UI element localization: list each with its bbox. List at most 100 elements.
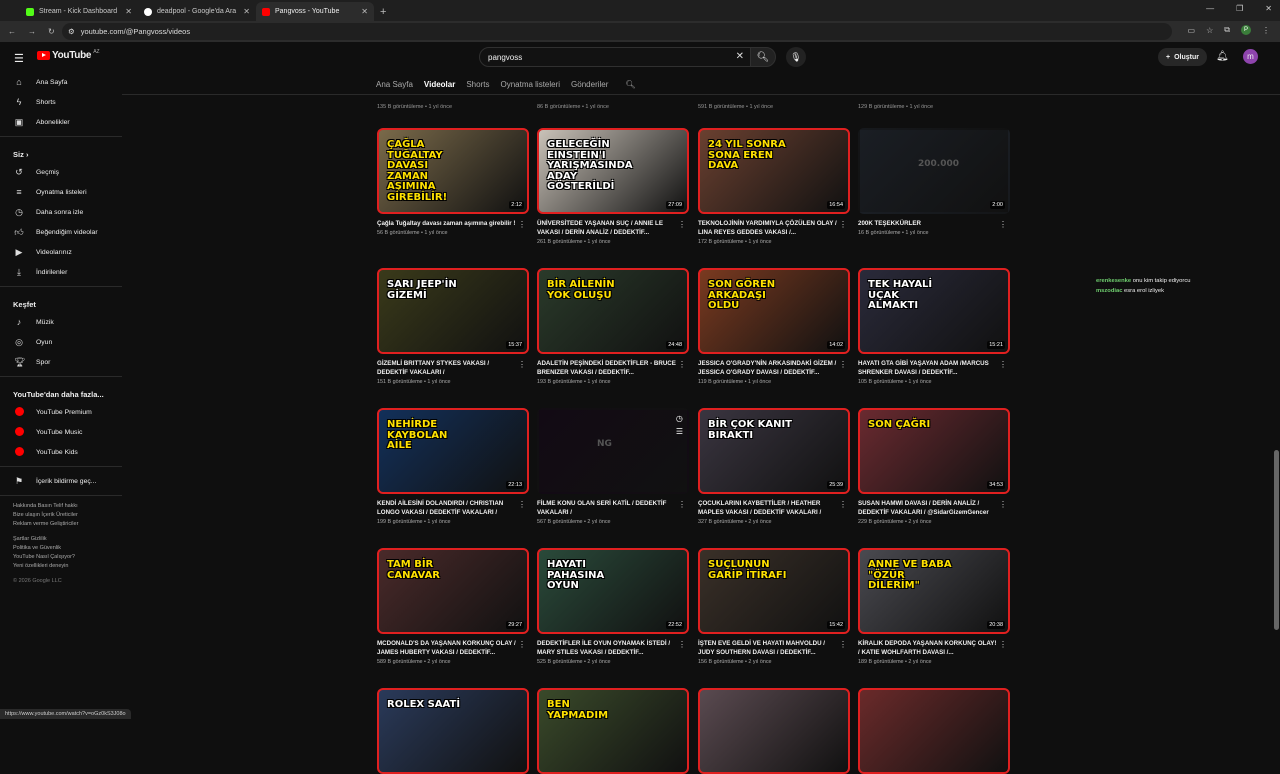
video-card[interactable]: BİR ÇOK KANIT BIRAKTI 25:39 ÇOCUKLARINI KA… <box>698 408 850 525</box>
sidebar-item-music[interactable]: ♪ Müzik <box>0 312 122 332</box>
footer-link-row[interactable]: Yeni özellikleri deneyin <box>13 562 109 571</box>
cast-icon[interactable]: ▭ <box>1188 26 1196 35</box>
video-thumbnail[interactable]: SUÇLUNUN GARİP İTİRAFI 15:42 <box>698 548 850 634</box>
back-icon[interactable]: ← <box>8 27 16 36</box>
video-card[interactable]: HAYATI PAHASINA OYUN 22:52 DEDEKTİFLER İLE… <box>537 548 689 665</box>
video-thumbnail[interactable]: SARI JEEP'İN GİZEMİ 15:37 <box>377 268 529 354</box>
video-card[interactable]: SUÇLUNUN GARİP İTİRAFI 15:42 İŞTEN EVE GEL… <box>698 548 850 665</box>
search-button[interactable]: 🔍︎ <box>750 47 776 67</box>
site-info-icon[interactable]: ⚙ <box>68 27 75 36</box>
video-card[interactable]: SARI JEEP'İN GİZEMİ 15:37 GİZEMLİ BRITTANY… <box>377 268 529 385</box>
video-title[interactable]: SUSAN HAMWI DAVASI / DERİN ANALİZ / DEDE… <box>858 499 998 517</box>
tab-videos[interactable]: Videolar <box>424 80 455 89</box>
video-title[interactable]: KENDİ AİLESİNİ DOLANDIRDI / CHRISTIAN LO… <box>377 499 517 517</box>
video-thumbnail[interactable]: NEHİRDE KAYBOLAN AİLE 22:13 <box>377 408 529 494</box>
video-thumbnail[interactable]: TAM BİR CANAVAR 29:27 <box>377 548 529 634</box>
profile-avatar[interactable]: P <box>1241 25 1251 35</box>
video-card[interactable]: ANNE VE BABA "ÖZÜR DİLERİM" 20:38 KİRALIK … <box>858 548 1010 665</box>
video-card[interactable]: TAM BİR CANAVAR 29:27 MCDONALD'S DA YAŞANA… <box>377 548 529 665</box>
create-button[interactable]: + Oluştur <box>1158 48 1207 66</box>
more-actions-icon[interactable]: ⋮ <box>678 220 686 229</box>
more-actions-icon[interactable]: ⋮ <box>518 220 526 229</box>
footer-link-row[interactable]: Şartlar Gizlilik <box>13 535 109 544</box>
extensions-icon[interactable]: ⧉ <box>1224 25 1230 35</box>
video-card[interactable]: 200.000 2:00 200K TEŞEKKÜRLER 16 B görüntül… <box>858 128 1010 236</box>
video-card[interactable]: ÇAĞLA TUĞALTAY DAVASI ZAMAN AŞIMINA GİRE… <box>377 128 529 236</box>
tab-posts[interactable]: Gönderiler <box>571 80 608 89</box>
sidebar-item-watch-later[interactable]: ◷ Daha sonra izle <box>0 202 122 222</box>
video-card[interactable]: NEHİRDE KAYBOLAN AİLE 22:13 KENDİ AİLESİNİ… <box>377 408 529 525</box>
more-actions-icon[interactable]: ⋮ <box>999 220 1007 229</box>
channel-search-icon[interactable]: 🔍︎ <box>625 80 635 89</box>
video-card[interactable]: GELECEĞİN EINSTEIN'I YARIŞMASINDA ADAY G… <box>537 128 689 245</box>
more-actions-icon[interactable]: ⋮ <box>678 360 686 369</box>
account-avatar[interactable]: m <box>1243 49 1258 64</box>
close-tab-icon[interactable]: ✕ <box>243 7 250 16</box>
page-scrollbar[interactable] <box>1274 450 1279 630</box>
video-thumbnail[interactable]: 24 YIL SONRA SONA EREN DAVA 16:54 <box>698 128 850 214</box>
video-card[interactable]: SON GÖREN ARKADAŞI OLDU 14:02 JESSICA O'GR… <box>698 268 850 385</box>
reload-icon[interactable]: ↻ <box>48 27 55 36</box>
sidebar-item-downloads[interactable]: ⤓ İndirilenler <box>0 262 122 282</box>
sidebar-item-subscriptions[interactable]: ▣ Abonelikler <box>0 112 122 132</box>
more-actions-icon[interactable]: ⋮ <box>678 500 686 509</box>
video-card[interactable]: ROLEX SAATİ <box>377 688 529 774</box>
video-thumbnail[interactable]: SON GÖREN ARKADAŞI OLDU 14:02 <box>698 268 850 354</box>
close-window-icon[interactable]: ✕ <box>1265 4 1272 13</box>
video-card[interactable]: 24 YIL SONRA SONA EREN DAVA 16:54 TEKNOLOJ… <box>698 128 850 245</box>
video-thumbnail[interactable]: BİR ÇOK KANIT BIRAKTI 25:39 <box>698 408 850 494</box>
video-thumbnail[interactable]: TEK HAYALİ UÇAK ALMAKTI 15:21 <box>858 268 1010 354</box>
video-thumbnail[interactable]: ÇAĞLA TUĞALTAY DAVASI ZAMAN AŞIMINA GİRE… <box>377 128 529 214</box>
search-input[interactable]: pangvoss ✕ <box>479 47 751 67</box>
more-actions-icon[interactable]: ⋮ <box>518 640 526 649</box>
footer-link-row[interactable]: Politika ve Güvenlik <box>13 544 109 553</box>
notifications-bell-icon[interactable]: 🔔︎ <box>1216 51 1229 62</box>
video-card[interactable] <box>698 688 850 774</box>
sidebar-item-sports[interactable]: 🏆︎ Spor <box>0 352 122 372</box>
sidebar-section-you[interactable]: Siz › <box>0 141 122 162</box>
browser-tab-youtube[interactable]: Pangvoss - YouTube ✕ <box>256 2 374 21</box>
more-actions-icon[interactable]: ⋮ <box>839 500 847 509</box>
video-title[interactable]: DEDEKTİFLER İLE OYUN OYNAMAK İSTEDİ / MA… <box>537 639 677 657</box>
video-thumbnail[interactable]: GELECEĞİN EINSTEIN'I YARIŞMASINDA ADAY G… <box>537 128 689 214</box>
sidebar-item-your-videos[interactable]: ▶ Videolarınız <box>0 242 122 262</box>
maximize-icon[interactable]: ❐ <box>1236 4 1243 13</box>
more-actions-icon[interactable]: ⋮ <box>839 640 847 649</box>
more-actions-icon[interactable]: ⋮ <box>999 500 1007 509</box>
more-actions-icon[interactable]: ⋮ <box>999 360 1007 369</box>
sidebar-item-report-history[interactable]: ⚑ İçerik bildirme geç... <box>0 471 122 491</box>
sidebar-item-premium[interactable]: YouTube Premium <box>0 402 122 422</box>
add-to-queue-icon[interactable]: ☰ <box>676 427 683 436</box>
voice-search-button[interactable]: 🎙︎ <box>786 47 806 67</box>
video-thumbnail[interactable] <box>698 688 850 774</box>
close-tab-icon[interactable]: ✕ <box>125 7 132 16</box>
sidebar-item-history[interactable]: ↺ Geçmiş <box>0 162 122 182</box>
video-title[interactable]: ADALETİN PEŞİNDEKİ DEDEKTİFLER - BRUCE B… <box>537 359 677 377</box>
sidebar-item-playlists[interactable]: ≡ Oynatma listeleri <box>0 182 122 202</box>
video-thumbnail[interactable]: BEN YAPMADIM <box>537 688 689 774</box>
video-card[interactable]: TEK HAYALİ UÇAK ALMAKTI 15:21 HAYATI GTA G… <box>858 268 1010 385</box>
browser-tab-google[interactable]: deadpool - Google'da Ara ✕ <box>138 2 256 21</box>
url-field[interactable]: ⚙ youtube.com/@Pangvoss/videos <box>62 23 1172 40</box>
video-title[interactable]: TEKNOLOJİNİN YARDIMIYLA ÇÖZÜLEN OLAY / L… <box>698 219 838 237</box>
video-card[interactable]: SON ÇAĞRI 34:53 SUSAN HAMWI DAVASI / DERİN… <box>858 408 1010 525</box>
video-thumbnail[interactable] <box>858 688 1010 774</box>
minimize-icon[interactable]: — <box>1206 4 1214 13</box>
video-thumbnail[interactable]: 200.000 2:00 <box>858 128 1010 214</box>
footer-link-row[interactable]: Hakkında Basın Telif hakkı <box>13 502 109 511</box>
footer-link-row[interactable]: Bize ulaşın İçerik Üreticiler <box>13 511 109 520</box>
video-title[interactable]: Çağla Tuğaltay davası zaman aşımına gire… <box>377 219 517 228</box>
video-title[interactable]: İŞTEN EVE GELDİ VE HAYATI MAHVOLDU / JUD… <box>698 639 838 657</box>
sidebar-item-liked[interactable]: 👍︎ Beğendiğim videolar <box>0 222 122 242</box>
video-card[interactable]: BEN YAPMADIM <box>537 688 689 774</box>
more-actions-icon[interactable]: ⋮ <box>518 500 526 509</box>
sidebar-item-kids[interactable]: YouTube Kids <box>0 442 122 462</box>
menu-icon[interactable]: ☰ <box>14 52 24 65</box>
tab-playlists[interactable]: Oynatma listeleri <box>500 80 560 89</box>
video-title[interactable]: JESSICA O'GRADY'NİN ARKASINDAKİ GİZEM / … <box>698 359 838 377</box>
video-thumbnail[interactable]: SON ÇAĞRI 34:53 <box>858 408 1010 494</box>
close-tab-icon[interactable]: ✕ <box>361 7 368 16</box>
watch-later-icon[interactable]: ◷ <box>676 414 683 423</box>
more-actions-icon[interactable]: ⋮ <box>839 360 847 369</box>
more-actions-icon[interactable]: ⋮ <box>518 360 526 369</box>
